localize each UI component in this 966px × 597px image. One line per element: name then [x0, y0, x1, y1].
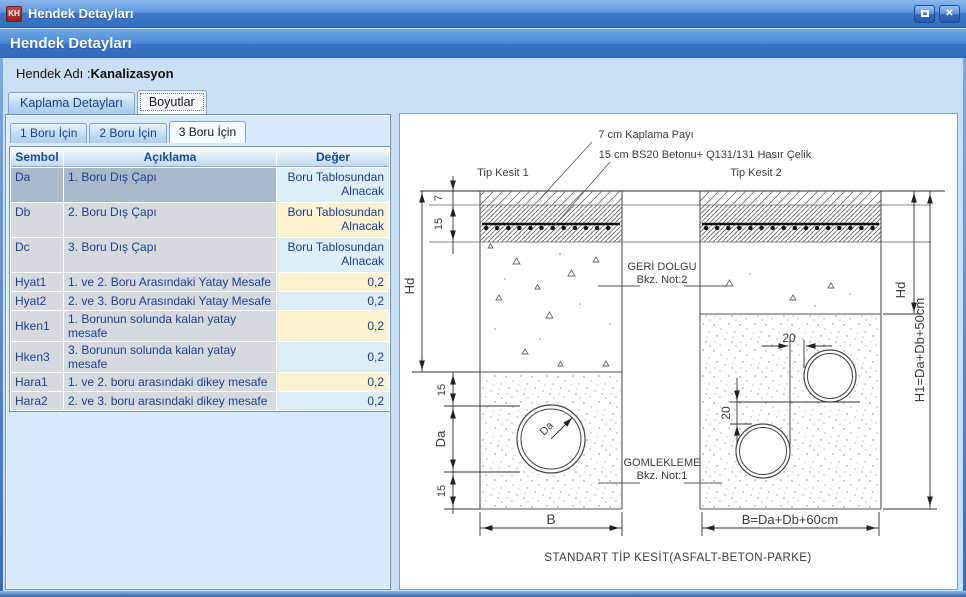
- hd-dim-right: Hd: [893, 282, 908, 299]
- cell-desc[interactable]: 2. Boru Dış Çapı: [64, 203, 276, 237]
- dim-7: 7: [433, 195, 445, 201]
- table-row[interactable]: Dc 3. Boru Dış Çapı Boru Tablosundan Aln…: [11, 238, 389, 272]
- geri-dolgu-label: GERİ DOLGU: [627, 260, 696, 273]
- parameters-table: Sembol Açıklama Değer Da 1. Boru Dış Çap…: [9, 146, 391, 412]
- subtab-2-boru-icin[interactable]: 2 Boru İçin: [89, 123, 166, 143]
- dim-20-horizontal: 20: [782, 331, 796, 345]
- table-row[interactable]: Hara2 2. ve 3. boru arasındaki dikey mes…: [11, 392, 389, 410]
- subtab-3-boru-icin[interactable]: 3 Boru İçin: [169, 121, 246, 143]
- col-header-aciklama: Açıklama: [64, 148, 276, 167]
- trench-name-value: Kanalizasyon: [90, 66, 173, 81]
- drawing-caption: STANDART TİP KESİT(ASFALT-BETON-PARKE): [544, 551, 811, 564]
- table-row[interactable]: Db 2. Boru Dış Çapı Boru Tablosundan Aln…: [11, 203, 389, 237]
- gomlekleme-note: Bkz. Not:1: [637, 470, 688, 482]
- table-row[interactable]: Hken3 3. Borunun solunda kalan yatay mes…: [11, 342, 389, 372]
- tip-kesit-2-label: Tip Kesit 2: [730, 167, 782, 179]
- page-header: Hendek Detayları: [0, 29, 966, 58]
- tip-kesit-1-label: Tip Kesit 1: [477, 167, 529, 179]
- close-icon: ✕: [945, 8, 953, 19]
- cell-desc[interactable]: 1. Boru Dış Çapı: [64, 168, 276, 202]
- cell-value[interactable]: 0,2: [277, 273, 389, 291]
- table-row[interactable]: Hara1 1. ve 2. boru arasındaki dikey mes…: [11, 373, 389, 391]
- cell-value[interactable]: 0,2: [277, 392, 389, 410]
- cell-desc[interactable]: 1. ve 2. Boru Arasındaki Yatay Mesafe: [64, 273, 276, 291]
- dim-da: Da: [433, 430, 448, 447]
- cell-symbol[interactable]: Hken1: [11, 311, 63, 341]
- page-title: Hendek Detayları: [10, 35, 132, 52]
- dim-20-vertical: 20: [719, 406, 733, 420]
- cell-value[interactable]: 0,2: [277, 342, 389, 372]
- dim-b-formula: B=Da+Db+60cm: [742, 512, 838, 527]
- trench-drawing-svg: Da Hd 7 15 15 Da 15: [400, 114, 957, 589]
- app-icon: KH: [6, 6, 22, 22]
- cross-section-drawing: Da Hd 7 15 15 Da 15: [399, 113, 958, 590]
- subtab-1-boru-icin[interactable]: 1 Boru İçin: [10, 123, 87, 143]
- cell-symbol[interactable]: Dc: [11, 238, 63, 272]
- cell-symbol[interactable]: Db: [11, 203, 63, 237]
- cell-symbol[interactable]: Hyat1: [11, 273, 63, 291]
- dim-15-cover-top: 15: [436, 384, 448, 396]
- app-window: KH Hendek Detayları ✕ Hendek Detayları H…: [0, 0, 966, 597]
- window-title: Hendek Detayları: [28, 6, 910, 21]
- cell-desc[interactable]: 2. ve 3. boru arasındaki dikey mesafe: [64, 392, 276, 410]
- tab-boyutlar[interactable]: Boyutlar: [137, 90, 207, 114]
- cell-desc[interactable]: 2. ve 3. Boru Arasındaki Yatay Mesafe: [64, 292, 276, 310]
- col-header-sembol: Sembol: [11, 148, 63, 167]
- table-header-row: Sembol Açıklama Değer: [11, 148, 389, 167]
- h1-formula: H1=Da+Db+50cm: [912, 298, 927, 402]
- maximize-icon: [921, 10, 929, 17]
- cell-value[interactable]: 0,2: [277, 373, 389, 391]
- dim-15-cover-bottom: 15: [436, 485, 448, 497]
- table-row[interactable]: Hyat2 2. ve 3. Boru Arasındaki Yatay Mes…: [11, 292, 389, 310]
- cell-value[interactable]: 0,2: [277, 292, 389, 310]
- hd-dim-left: Hd: [402, 278, 417, 295]
- cell-value[interactable]: 0,2: [277, 311, 389, 341]
- cell-desc[interactable]: 3. Boru Dış Çapı: [64, 238, 276, 272]
- kaplama-callout: 7 cm Kaplama Payı: [598, 129, 693, 141]
- table-row[interactable]: Hken1 1. Borunun solunda kalan yatay mes…: [11, 311, 389, 341]
- beton-callout: 15 cm BS20 Betonu+ Q131/131 Hasır Çelik: [599, 149, 812, 161]
- tab-kaplama-detaylari[interactable]: Kaplama Detayları: [8, 92, 135, 114]
- maximize-button[interactable]: [914, 5, 935, 23]
- dimensions-panel: 1 Boru İçin 2 Boru İçin 3 Boru İçin Semb…: [5, 114, 391, 590]
- geri-dolgu-note: Bkz. Not:2: [637, 274, 688, 286]
- cell-desc[interactable]: 1. ve 2. boru arasındaki dikey mesafe: [64, 373, 276, 391]
- title-bar[interactable]: KH Hendek Detayları ✕: [0, 0, 966, 28]
- main-tabstrip: Kaplama Detayları Boyutlar: [8, 92, 209, 114]
- cell-desc[interactable]: 1. Borunun solunda kalan yatay mesafe: [64, 311, 276, 341]
- table-row[interactable]: Hyat1 1. ve 2. Boru Arasındaki Yatay Mes…: [11, 273, 389, 291]
- cell-symbol[interactable]: Hyat2: [11, 292, 63, 310]
- cell-desc[interactable]: 3. Borunun solunda kalan yatay mesafe: [64, 342, 276, 372]
- trench-name-line: Hendek Adı :Kanalizasyon: [16, 66, 174, 81]
- cell-value[interactable]: Boru Tablosundan Alnacak: [277, 203, 389, 237]
- table-row[interactable]: Da 1. Boru Dış Çapı Boru Tablosundan Aln…: [11, 168, 389, 202]
- cell-value[interactable]: Boru Tablosundan Alnacak: [277, 238, 389, 272]
- cell-value[interactable]: Boru Tablosundan Alnacak: [277, 168, 389, 202]
- window-edge-bottom: [0, 591, 966, 597]
- cell-symbol[interactable]: Hara1: [11, 373, 63, 391]
- window-edge-left: [0, 58, 3, 597]
- cell-symbol[interactable]: Da: [11, 168, 63, 202]
- gomlekleme-label: GOMLEKLEME: [623, 457, 700, 469]
- dim-15-top: 15: [433, 218, 445, 230]
- cell-symbol[interactable]: Hara2: [11, 392, 63, 410]
- col-header-deger: Değer: [277, 148, 389, 167]
- close-button[interactable]: ✕: [939, 5, 960, 23]
- trench-name-label: Hendek Adı :: [16, 66, 90, 81]
- dim-b: B: [546, 511, 555, 527]
- cell-symbol[interactable]: Hken3: [11, 342, 63, 372]
- pipe-count-tabstrip: 1 Boru İçin 2 Boru İçin 3 Boru İçin: [10, 121, 248, 143]
